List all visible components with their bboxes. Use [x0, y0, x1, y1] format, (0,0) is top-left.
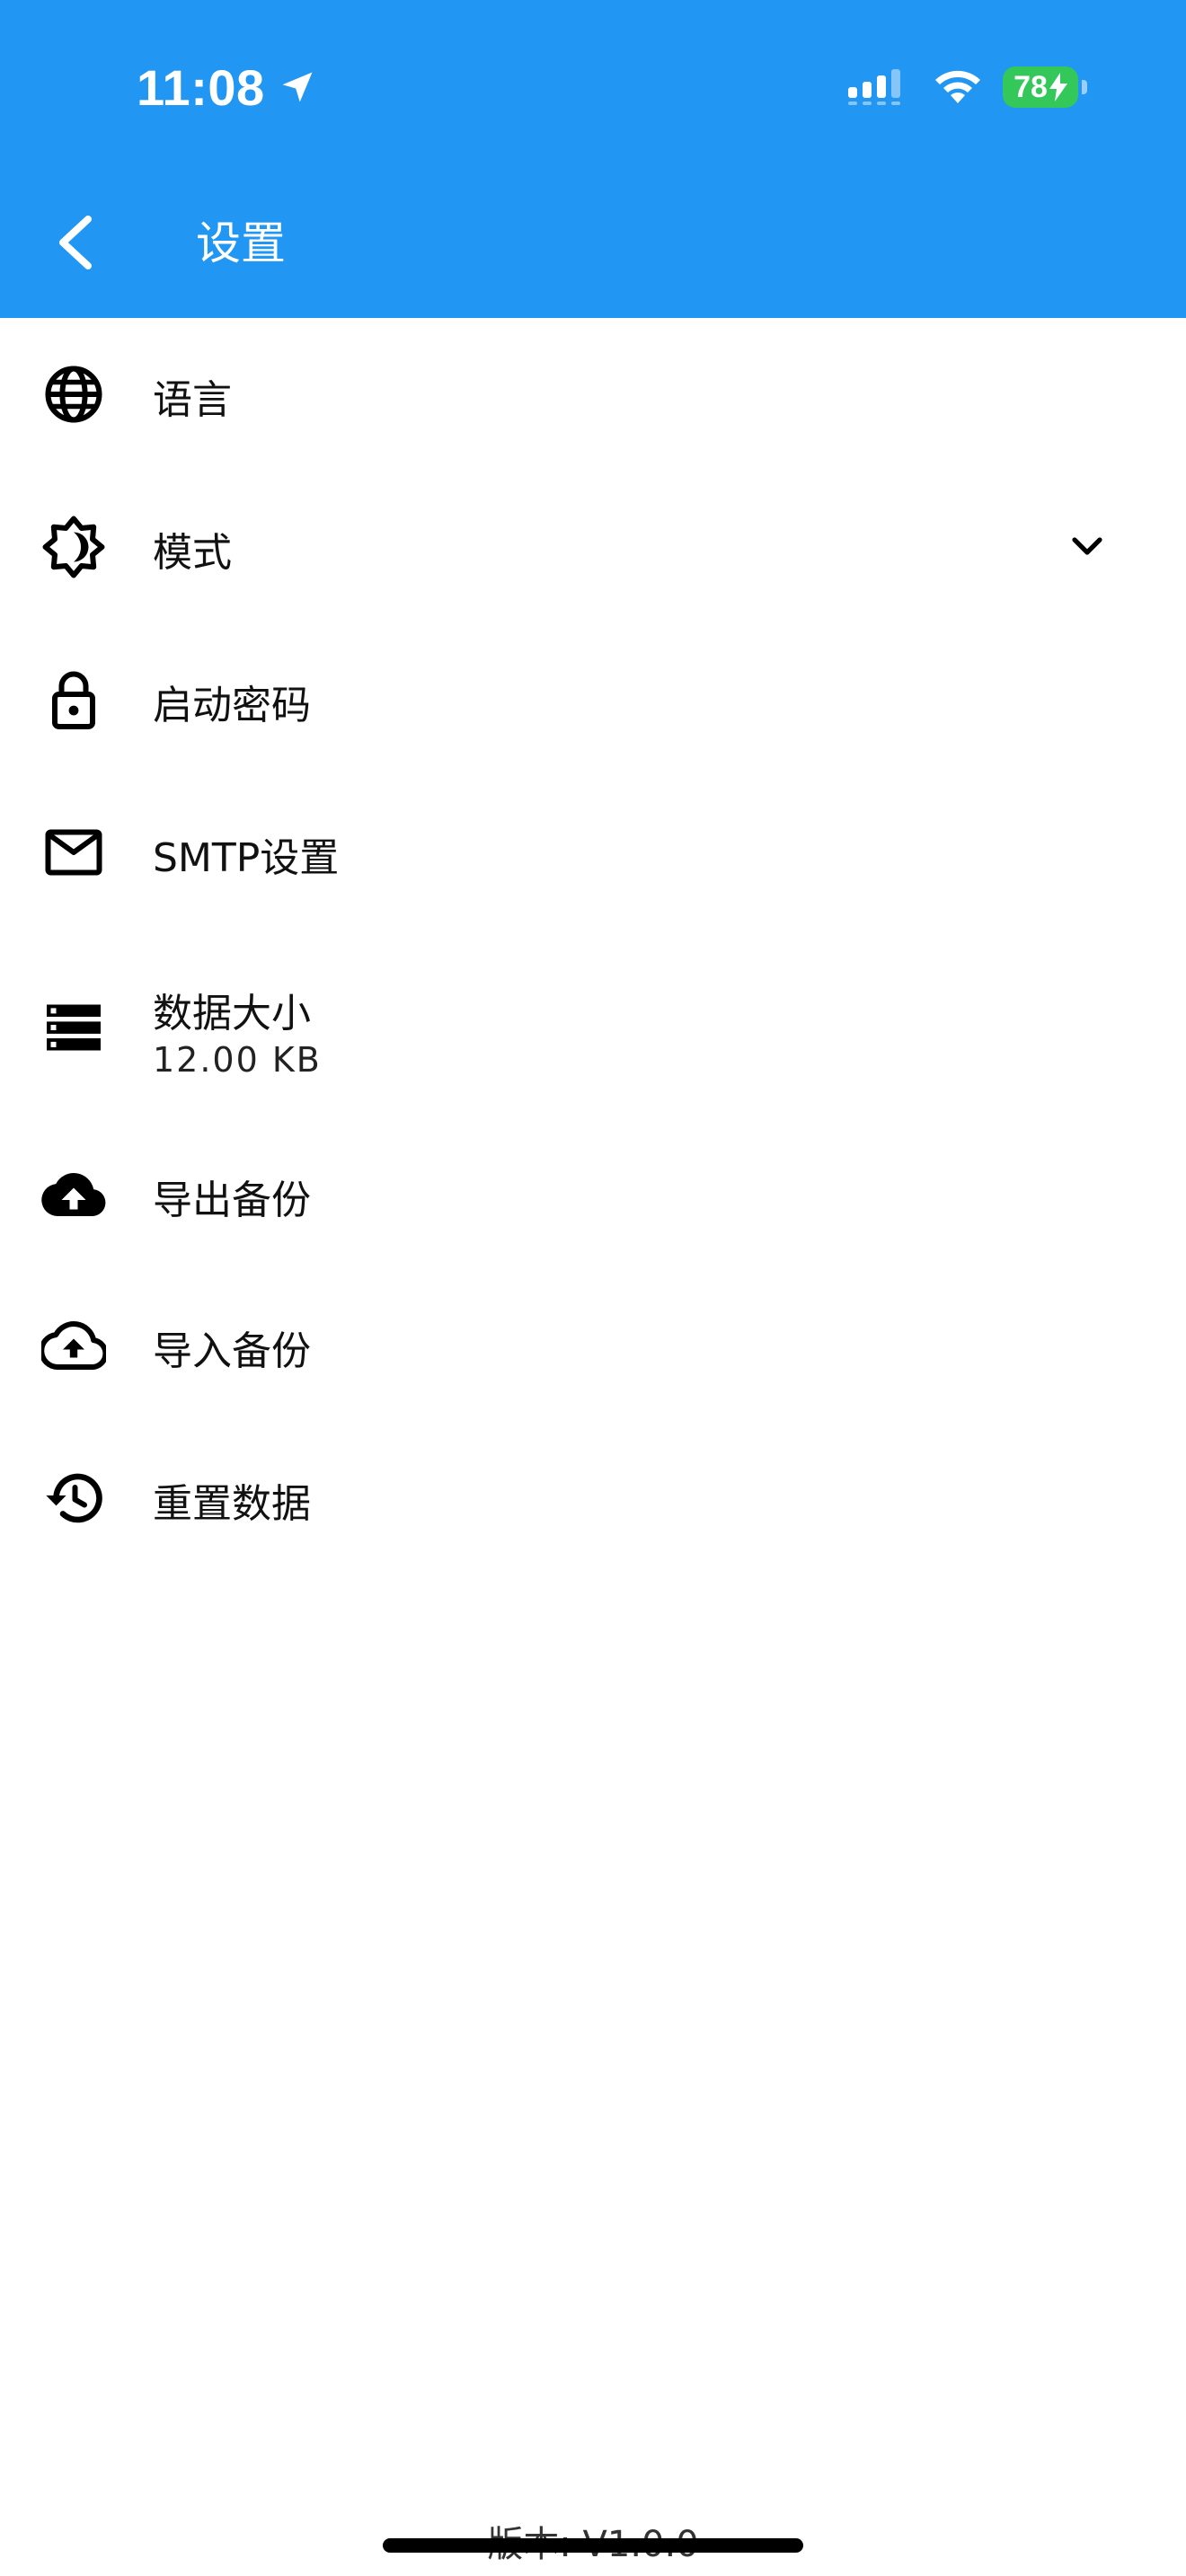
setting-label: 数据大小	[153, 991, 311, 1037]
chevron-left-icon	[59, 216, 92, 269]
wifi-icon	[935, 70, 980, 103]
storage-icon	[41, 995, 106, 1060]
back-button[interactable]	[40, 198, 111, 287]
data-size-value: 12.00 KB	[153, 1040, 322, 1080]
setting-label: 导入备份	[153, 1328, 311, 1374]
setting-label: 重置数据	[153, 1481, 311, 1527]
status-bar-right: 78	[846, 59, 1087, 115]
setting-item-export-backup[interactable]: 导出备份	[0, 1126, 1186, 1279]
status-bar-time: 11:08	[137, 56, 317, 119]
status-time-text: 11:08	[137, 58, 265, 116]
cellular-signal-icon	[848, 69, 900, 105]
setting-item-smtp[interactable]: SMTP设置	[0, 776, 1186, 929]
history-restore-icon	[41, 1466, 106, 1531]
battery-percent: 78	[1013, 69, 1048, 104]
setting-item-reset-data[interactable]: 重置数据	[0, 1432, 1186, 1584]
setting-item-language[interactable]: 语言	[0, 318, 1186, 471]
setting-item-data-size[interactable]: 数据大小 12.00 KB	[0, 929, 1186, 1126]
setting-label: 导出备份	[153, 1178, 311, 1223]
battery-cap	[1082, 80, 1087, 94]
setting-item-mode[interactable]: 模式	[0, 471, 1186, 623]
app-header: 11:08 78 设置	[0, 0, 1186, 318]
globe-icon	[41, 362, 106, 427]
home-indicator[interactable]	[383, 2538, 803, 2553]
setting-label: 语言	[153, 377, 232, 423]
lock-icon	[41, 667, 106, 732]
cloud-upload-outline-icon	[41, 1313, 106, 1378]
mail-icon	[41, 820, 106, 885]
brightness-mode-icon	[41, 515, 106, 579]
setting-label: 启动密码	[153, 683, 311, 728]
battery-indicator: 78	[1003, 66, 1087, 108]
page-title: 设置	[196, 217, 286, 269]
setting-label: SMTP设置	[153, 835, 340, 881]
setting-item-startup-password[interactable]: 启动密码	[0, 623, 1186, 776]
setting-item-import-backup[interactable]: 导入备份	[0, 1279, 1186, 1432]
cloud-upload-filled-icon	[41, 1162, 106, 1227]
chevron-down-icon[interactable]	[1066, 525, 1109, 568]
setting-label: 模式	[153, 530, 232, 576]
battery-charging-icon	[1049, 73, 1067, 101]
settings-screen: 11:08 78 设置 语言 模式 启动密码 SMTP设置 数据大小 12.00…	[0, 0, 1186, 2576]
location-arrow-icon	[282, 72, 313, 102]
